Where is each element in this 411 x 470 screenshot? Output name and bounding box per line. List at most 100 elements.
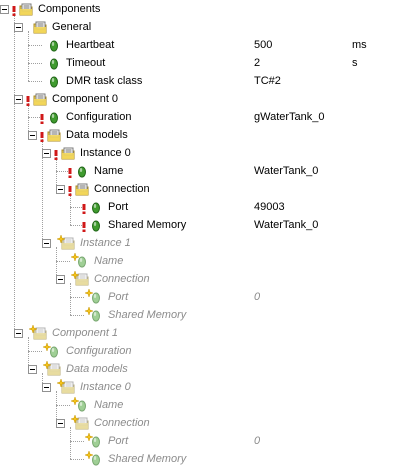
tree-row-connection-0-c1[interactable]: Connection — [0, 414, 411, 432]
new-item-star-icon — [56, 378, 66, 388]
new-item-star-icon — [70, 252, 80, 262]
tree-row-data-models-1[interactable]: Data models — [0, 360, 411, 378]
parameter-leaf-icon — [46, 73, 62, 89]
warning-marker-icon — [26, 96, 30, 106]
new-item-star-icon — [84, 306, 94, 316]
tree-label: Component 0 — [52, 93, 119, 105]
tree-row-shared-memory-0-c1[interactable]: Shared Memory — [0, 450, 411, 468]
tree-label: Components — [38, 3, 101, 15]
tree-label: Connection — [94, 273, 150, 285]
tree-row-shared-memory-1[interactable]: Shared Memory — [0, 306, 411, 324]
tree-label: Data models — [66, 129, 128, 141]
new-item-star-icon — [42, 342, 52, 352]
tree-row-port-1[interactable]: Port 0 — [0, 288, 411, 306]
tree-row-connection-1[interactable]: Connection — [0, 270, 411, 288]
warning-marker-icon — [82, 222, 86, 232]
parameter-leaf-icon — [46, 55, 62, 71]
collapse-icon[interactable] — [28, 365, 37, 374]
parameter-value[interactable]: gWaterTank_0 — [254, 110, 325, 124]
collapse-icon[interactable] — [0, 5, 9, 14]
collapse-icon[interactable] — [14, 95, 23, 104]
collapse-icon[interactable] — [56, 275, 65, 284]
new-item-star-icon — [42, 360, 52, 370]
tree-row-configuration-1[interactable]: Configuration — [0, 342, 411, 360]
tree-row-dmr-task-class[interactable]: DMR task class TC#2 — [0, 72, 411, 90]
new-item-star-icon — [56, 234, 66, 244]
parameter-value[interactable]: WaterTank_0 — [254, 164, 318, 178]
warning-marker-icon — [68, 186, 72, 196]
tree-label: Data models — [66, 363, 128, 375]
parameter-value[interactable]: 500 — [254, 38, 272, 52]
tree-label: Port — [108, 291, 129, 303]
tree-row-instance-0-c1[interactable]: Instance 0 — [0, 378, 411, 396]
tree-row-components[interactable]: Components — [0, 0, 411, 18]
tree-label: Name — [94, 255, 124, 267]
parameter-unit: s — [352, 57, 358, 69]
new-item-star-icon — [28, 324, 38, 334]
tree-row-port-0[interactable]: Port 49003 — [0, 198, 411, 216]
tree-label: General — [52, 21, 92, 33]
tree-label: Port — [108, 201, 129, 213]
parameter-value[interactable]: 0 — [254, 434, 260, 448]
parameter-folder-icon — [60, 145, 76, 161]
tree-row-general[interactable]: General — [0, 18, 411, 36]
tree-row-configuration-0[interactable]: Configuration gWaterTank_0 — [0, 108, 411, 126]
parameter-folder-icon — [74, 181, 90, 197]
tree-row-data-models-0[interactable]: Data models — [0, 126, 411, 144]
collapse-icon[interactable] — [56, 419, 65, 428]
parameter-value[interactable]: 2 — [254, 56, 260, 70]
collapse-icon[interactable] — [42, 149, 51, 158]
warning-marker-icon — [82, 204, 86, 214]
parameter-leaf-icon — [46, 109, 62, 125]
collapse-icon[interactable] — [28, 131, 37, 140]
parameter-value[interactable]: 49003 — [254, 200, 285, 214]
tree-row-port-0-c1[interactable]: Port 0 — [0, 432, 411, 450]
new-item-star-icon — [84, 450, 94, 460]
new-item-star-icon — [70, 396, 80, 406]
tree-row-component-1[interactable]: Component 1 — [0, 324, 411, 342]
tree-row-component-0[interactable]: Component 0 — [0, 90, 411, 108]
tree-row-heartbeat[interactable]: Heartbeat 500 ms — [0, 36, 411, 54]
new-item-star-icon — [84, 288, 94, 298]
tree-label: Instance 0 — [80, 147, 131, 159]
tree-label: Shared Memory — [108, 219, 187, 231]
tree-row-name-0[interactable]: Name WaterTank_0 — [0, 162, 411, 180]
parameter-value[interactable]: TC#2 — [254, 74, 281, 88]
tree-row-shared-memory-0[interactable]: Shared Memory WaterTank_0 — [0, 216, 411, 234]
tree-label: Component 1 — [52, 327, 119, 339]
tree-label: Instance 1 — [80, 237, 131, 249]
configuration-tree[interactable]: Components General Heartbeat 500 ms Timeout 2 s… — [0, 0, 411, 467]
warning-marker-icon — [54, 150, 58, 160]
tree-row-timeout[interactable]: Timeout 2 s — [0, 54, 411, 72]
tree-label: Name — [94, 165, 124, 177]
parameter-leaf-icon — [46, 37, 62, 53]
tree-label: Connection — [94, 183, 150, 195]
tree-label: Heartbeat — [66, 39, 115, 51]
parameter-leaf-icon — [88, 217, 104, 233]
collapse-icon[interactable] — [42, 239, 51, 248]
new-item-star-icon — [70, 414, 80, 424]
tree-row-name-1[interactable]: Name — [0, 252, 411, 270]
tree-label: Shared Memory — [108, 453, 187, 465]
tree-row-instance-1[interactable]: Instance 1 — [0, 234, 411, 252]
parameter-unit: ms — [352, 39, 367, 51]
parameter-value[interactable]: 0 — [254, 290, 260, 304]
parameter-value[interactable]: WaterTank_0 — [254, 218, 318, 232]
tree-row-instance-0[interactable]: Instance 0 — [0, 144, 411, 162]
tree-row-connection-0[interactable]: Connection — [0, 180, 411, 198]
parameter-folder-icon — [32, 19, 48, 35]
warning-marker-icon — [40, 114, 44, 124]
tree-label: Name — [94, 399, 124, 411]
tree-label: DMR task class — [66, 75, 143, 87]
parameter-folder-icon — [18, 1, 34, 17]
new-item-star-icon — [84, 432, 94, 442]
collapse-icon[interactable] — [42, 383, 51, 392]
collapse-icon[interactable] — [14, 23, 23, 32]
warning-marker-icon — [12, 6, 16, 16]
tree-label: Configuration — [66, 345, 132, 357]
new-item-star-icon — [70, 270, 80, 280]
collapse-icon[interactable] — [56, 185, 65, 194]
parameter-leaf-icon — [88, 199, 104, 215]
collapse-icon[interactable] — [14, 329, 23, 338]
tree-row-name-0-c1[interactable]: Name — [0, 396, 411, 414]
